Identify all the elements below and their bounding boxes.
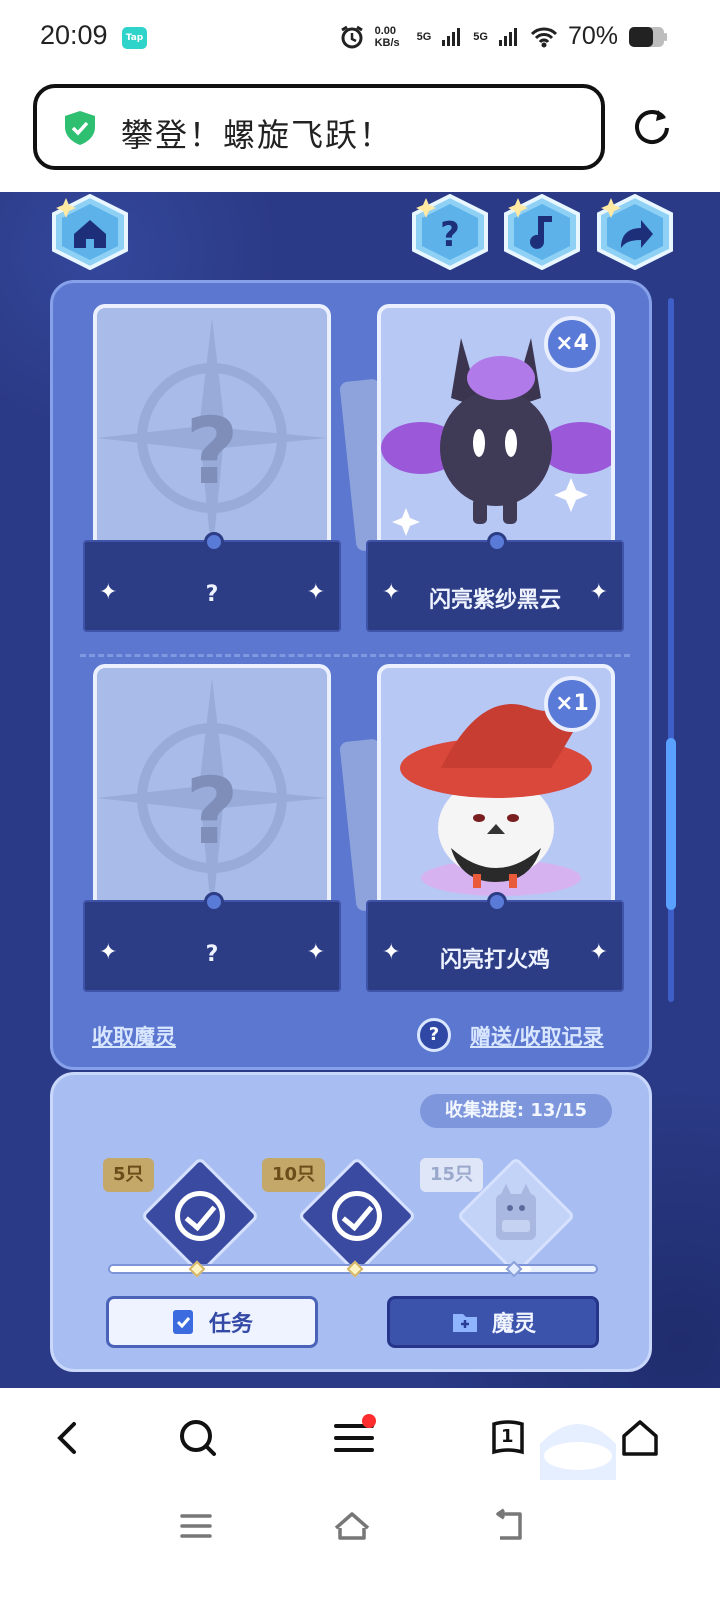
- help-icon[interactable]: ?: [410, 194, 490, 270]
- card-pin: [487, 532, 507, 552]
- checkmark-icon: [332, 1191, 382, 1241]
- net-speed: 0.00 KB/s: [374, 24, 400, 49]
- card-4-plate[interactable]: ✦ 闪亮打火鸡 ✦: [366, 892, 624, 992]
- signal-icon: [442, 27, 461, 46]
- card-2-plate[interactable]: ✦ 闪亮紫纱黑云 ✦: [366, 532, 624, 632]
- page-title: 攀登！螺旋飞跃！: [121, 116, 394, 154]
- row-divider: [80, 654, 630, 657]
- card-3-name: ?: [205, 942, 219, 967]
- home-icon[interactable]: [618, 1416, 662, 1460]
- tasks-button[interactable]: 任务: [106, 1296, 318, 1348]
- status-right: 0.00 KB/s 5G 5G 70%: [339, 22, 668, 51]
- tasks-button-label: 任务: [208, 1312, 253, 1337]
- spirits-button[interactable]: 魔灵: [387, 1296, 599, 1348]
- milestone-3-label: 15只: [420, 1158, 484, 1192]
- signal-label-1: 5G: [416, 30, 432, 43]
- collection-progress: 收集进度: 13/15: [420, 1094, 612, 1128]
- system-home-icon[interactable]: [332, 1506, 372, 1546]
- progress-track-fill: [110, 1266, 531, 1272]
- signal-label-2: 5G: [473, 30, 488, 43]
- app-badge-icon: Tap: [122, 27, 147, 49]
- battery-icon: [629, 26, 667, 47]
- headband-decoration-icon: [540, 1424, 616, 1480]
- svg-text:?: ?: [440, 215, 460, 255]
- card-pin: [204, 892, 224, 912]
- recent-apps-icon[interactable]: [176, 1506, 216, 1546]
- card-2-count-badge: ×4: [544, 316, 600, 372]
- checkmark-icon: [175, 1191, 225, 1241]
- task-doc-icon: [172, 1310, 193, 1334]
- battery-percent: 70%: [567, 22, 618, 50]
- address-bar[interactable]: 攀登！螺旋飞跃！: [33, 84, 605, 170]
- sparkle-icon: ✦: [306, 580, 325, 605]
- home-icon[interactable]: [50, 194, 130, 270]
- card-pin: [487, 892, 507, 912]
- cat-food-bag-icon: [496, 1184, 536, 1240]
- signal-icon-2: [498, 27, 517, 46]
- spirits-button-label: 魔灵: [491, 1312, 536, 1337]
- card-2-name: 闪亮紫纱黑云: [428, 588, 561, 613]
- card-4-count-badge: ×1: [544, 676, 600, 732]
- share-icon[interactable]: [595, 194, 675, 270]
- card-1-name: ?: [205, 582, 219, 607]
- system-back-icon[interactable]: [490, 1506, 530, 1546]
- milestone-2-label: 10只: [262, 1158, 326, 1192]
- gift-records-link[interactable]: 赠送/收取记录: [470, 1021, 604, 1051]
- alarm-icon: [340, 25, 363, 48]
- card-3-plate[interactable]: ✦ ? ✦: [83, 892, 341, 992]
- unknown-mark: ?: [185, 758, 239, 865]
- music-icon[interactable]: [502, 194, 582, 270]
- card-3-image[interactable]: ?: [93, 664, 331, 926]
- card-4-name: 闪亮打火鸡: [439, 948, 550, 973]
- milestone-1-label: 5只: [103, 1158, 154, 1192]
- folder-plus-icon: [452, 1314, 477, 1332]
- sparkle-icon: ✦: [589, 940, 608, 965]
- card-1-image[interactable]: ?: [93, 304, 331, 566]
- collect-spirits-link[interactable]: 收取魔灵: [92, 1021, 176, 1051]
- tab-count: 1: [501, 1426, 514, 1447]
- tabs-button[interactable]: 1: [488, 1418, 528, 1458]
- sparkle-icon: ✦: [589, 580, 608, 605]
- wifi-icon: [530, 27, 558, 47]
- back-icon[interactable]: [46, 1416, 90, 1460]
- shield-check-icon: [65, 111, 95, 145]
- status-time: 20:09: [40, 20, 108, 50]
- unknown-mark: ?: [185, 398, 239, 505]
- notification-dot: [362, 1414, 376, 1428]
- sparkle-icon: ✦: [306, 940, 325, 965]
- status-bar: 20:09 Tap 0.00 KB/s 5G 5G 70%: [0, 0, 720, 78]
- search-icon[interactable]: [176, 1416, 220, 1460]
- scrollbar-thumb[interactable]: [666, 738, 676, 910]
- card-1-plate[interactable]: ✦ ? ✦: [83, 532, 341, 632]
- reload-icon[interactable]: [632, 106, 672, 146]
- records-help-icon[interactable]: ?: [417, 1018, 451, 1052]
- card-pin: [204, 532, 224, 552]
